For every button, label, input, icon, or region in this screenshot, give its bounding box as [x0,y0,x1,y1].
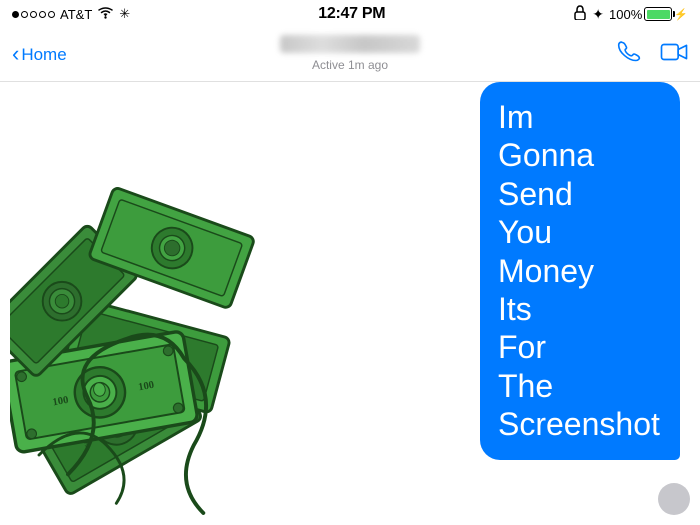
status-bar: AT&T ✳ 12:47 PM ✦ 100% ⚡ [0,0,700,28]
contact-name-blurred [280,35,420,53]
signal-dot-4 [39,11,46,18]
signal-dot-2 [21,11,28,18]
battery-percent: 100% [609,7,642,22]
signal-dot-5 [48,11,55,18]
back-chevron-icon: ‹ [12,43,19,65]
charging-icon: ⚡ [674,8,688,21]
status-left: AT&T ✳ [12,6,130,22]
signal-dots [12,11,55,18]
nav-center: Active 1m ago [280,35,420,74]
nav-actions [616,38,688,71]
chat-area: $ $ $ $ 100 [0,82,700,525]
message-bubble: ImGonnaSendYouMoneyItsForTheScreenshot [480,82,680,460]
signal-dot-1 [12,11,19,18]
avatar [658,483,690,515]
battery-fill [647,10,670,19]
money-sticker: $ $ $ $ 100 [10,165,300,525]
video-icon[interactable] [660,42,688,67]
active-status: Active 1m ago [312,58,388,72]
bluetooth-icon: ✦ [592,6,604,23]
battery-box [644,7,672,21]
nav-bar: ‹ Home Active 1m ago [0,28,700,82]
status-time: 12:47 PM [318,5,385,23]
carrier-label: AT&T [60,7,92,22]
status-right: ✦ 100% ⚡ [573,5,688,23]
lock-icon [573,5,587,23]
bubble-text: ImGonnaSendYouMoneyItsForTheScreenshot [498,98,662,444]
signal-dot-3 [30,11,37,18]
battery-container: 100% ⚡ [609,7,688,22]
back-label: Home [21,45,66,65]
phone-icon[interactable] [616,38,642,71]
back-button[interactable]: ‹ Home [12,45,67,65]
wifi-icon [97,6,114,22]
brightness-icon: ✳ [119,6,130,22]
